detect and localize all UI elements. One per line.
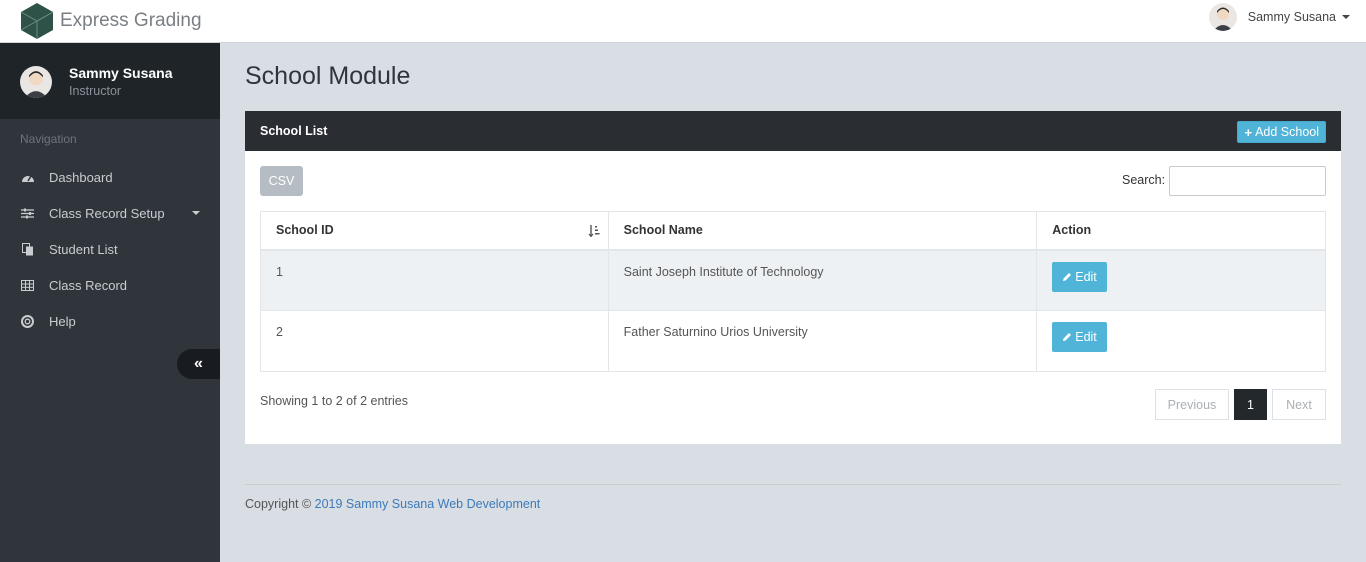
- page-1-button[interactable]: 1: [1234, 389, 1267, 420]
- table-row: 2 Father Saturnino Urios University Edit: [260, 310, 1326, 372]
- sidebar-item-class-record-setup[interactable]: Class Record Setup: [0, 195, 220, 231]
- page-title: School Module: [245, 62, 411, 90]
- sidebar-item-class-record[interactable]: Class Record: [0, 267, 220, 303]
- sidebar-item-label: Dashboard: [49, 169, 113, 185]
- table-header-row: School ID School Name Action: [260, 211, 1326, 251]
- avatar: [1208, 3, 1237, 31]
- brand[interactable]: Express Grading: [20, 1, 202, 41]
- add-school-button[interactable]: + Add School: [1237, 121, 1326, 143]
- table-row: 1 Saint Joseph Institute of Technology E…: [260, 249, 1326, 311]
- sliders-icon: [20, 206, 35, 221]
- edit-button[interactable]: Edit: [1052, 261, 1107, 292]
- panel-header: School List + Add School: [245, 111, 1341, 151]
- dashboard-icon: [20, 170, 35, 185]
- sidebar-item-help[interactable]: Help: [0, 303, 220, 339]
- chevron-down-icon: [192, 211, 200, 215]
- sidebar-item-label: Student List: [49, 241, 118, 257]
- pencil-icon: [1063, 333, 1072, 341]
- sidebar-item-student-list[interactable]: Student List: [0, 231, 220, 267]
- footer-divider: [245, 484, 1341, 485]
- profile-name: Sammy Susana: [69, 65, 173, 81]
- next-page-button[interactable]: Next: [1272, 389, 1326, 420]
- lifebuoy-icon: [20, 314, 35, 329]
- profile-role: Instructor: [69, 84, 122, 98]
- school-name-cell: Saint Joseph Institute of Technology: [607, 249, 1038, 311]
- school-table: School ID School Name Action 1 Saint Jos…: [260, 211, 1326, 372]
- edit-button[interactable]: Edit: [1052, 322, 1107, 352]
- logo-icon: [20, 3, 54, 39]
- search-label: Search:: [1122, 173, 1166, 187]
- nav-title: Navigation: [20, 132, 77, 146]
- top-bar: Express Grading Sammy Susana: [0, 0, 1366, 43]
- add-school-label: Add School: [1255, 125, 1319, 139]
- sidebar-item-label: Class Record Setup: [49, 205, 165, 221]
- app-name: Express Grading: [60, 10, 202, 31]
- sidebar-collapse-button[interactable]: «: [177, 349, 220, 379]
- sidebar-nav: Dashboard Class Record Setup Student Lis…: [0, 159, 220, 339]
- user-name: Sammy Susana: [1247, 10, 1336, 24]
- action-cell: Edit: [1036, 310, 1326, 372]
- footer-link[interactable]: 2019 Sammy Susana Web Development: [315, 497, 541, 511]
- previous-page-button[interactable]: Previous: [1155, 389, 1229, 420]
- table-icon: [20, 278, 35, 293]
- csv-button[interactable]: CSV: [260, 166, 303, 196]
- sidebar-item-dashboard[interactable]: Dashboard: [0, 159, 220, 195]
- column-header-school-name[interactable]: School Name: [607, 211, 1038, 251]
- school-id-cell: 2: [260, 310, 609, 372]
- pencil-icon: [1063, 272, 1072, 281]
- sidebar: Sammy Susana Instructor Navigation Dashb…: [0, 43, 220, 562]
- panel-title: School List: [260, 124, 328, 138]
- sidebar-item-label: Class Record: [49, 277, 128, 293]
- search-input[interactable]: [1169, 166, 1326, 196]
- action-cell: Edit: [1036, 249, 1326, 311]
- pagination: Previous 1 Next: [1155, 389, 1326, 420]
- footer-copyright: Copyright ©: [245, 497, 315, 511]
- school-name-cell: Father Saturnino Urios University: [607, 310, 1038, 372]
- school-id-cell: 1: [260, 249, 609, 311]
- files-icon: [20, 242, 35, 257]
- table-info: Showing 1 to 2 of 2 entries: [260, 394, 409, 408]
- plus-icon: +: [1244, 124, 1253, 140]
- sidebar-profile: Sammy Susana Instructor: [0, 43, 220, 119]
- avatar: [20, 66, 52, 98]
- user-menu[interactable]: Sammy Susana: [1208, 2, 1350, 32]
- school-list-panel: School List + Add School CSV Search: Sch…: [245, 111, 1341, 444]
- column-header-action: Action: [1036, 211, 1326, 251]
- sidebar-item-label: Help: [49, 313, 76, 329]
- column-header-school-id[interactable]: School ID: [260, 211, 609, 251]
- footer: Copyright © 2019 Sammy Susana Web Develo…: [245, 497, 540, 511]
- sort-icon: [588, 225, 600, 237]
- chevron-down-icon: [1342, 15, 1350, 19]
